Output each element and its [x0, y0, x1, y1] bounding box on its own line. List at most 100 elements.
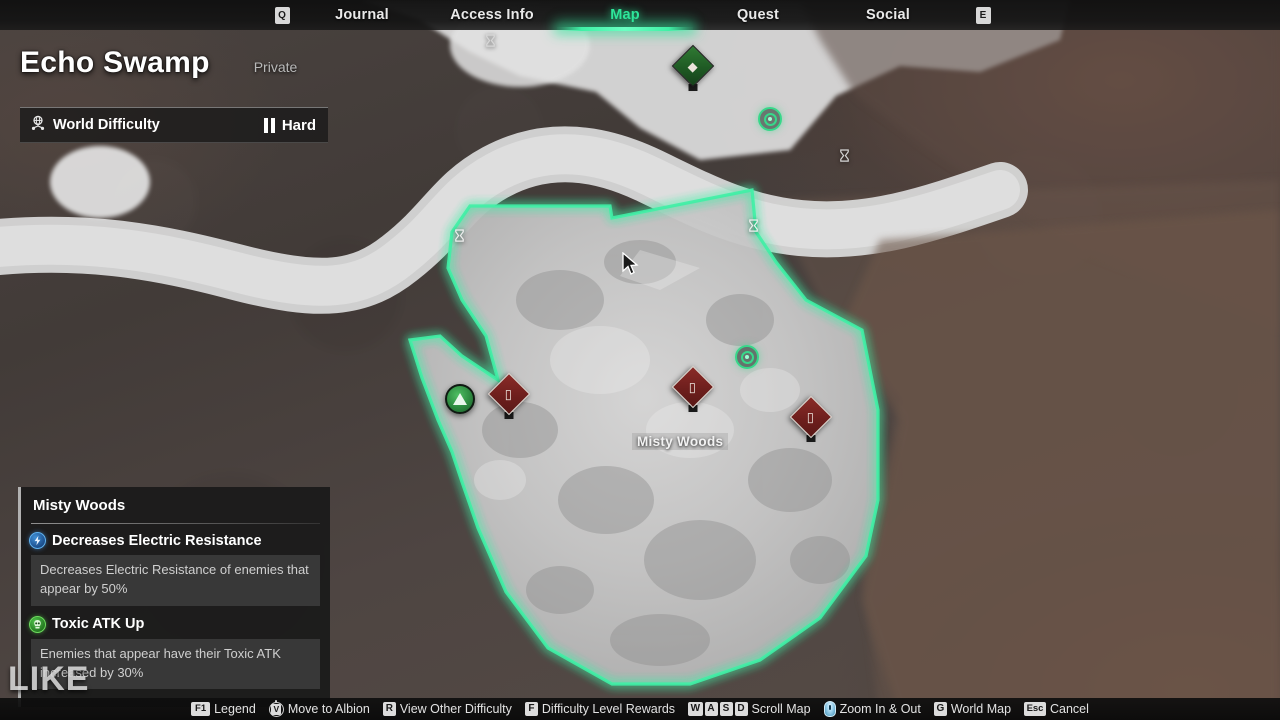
game-map-screen: Q Journal Access Info Map Quest Social E: [0, 0, 1280, 720]
key-a-icon: A: [704, 702, 718, 716]
info-panel-divider: [31, 523, 320, 524]
tab-social-label: Social: [866, 7, 910, 23]
key-e-icon: E: [975, 6, 991, 24]
top-navigation-bar: Q Journal Access Info Map Quest Social E: [0, 0, 1280, 31]
info-panel-title: Misty Woods: [33, 497, 126, 514]
boundary-flag-top[interactable]: [483, 33, 497, 49]
hotkey-move-to-albion[interactable]: V Move to Albion: [268, 701, 370, 717]
key-esc-icon: Esc: [1024, 702, 1046, 716]
tab-journal-label: Journal: [335, 7, 389, 23]
objective-ring-marker-north[interactable]: [758, 107, 782, 131]
tab-access-info-label: Access Info: [450, 7, 534, 23]
hotkey-zoom-in-out[interactable]: Zoom In & Out: [823, 701, 921, 717]
tab-social[interactable]: Social: [823, 0, 953, 30]
world-globe-icon: [30, 115, 46, 136]
key-w-icon: W: [688, 702, 703, 716]
effect-header: Decreases Electric Resistance: [18, 532, 330, 549]
mouse-wheel-icon: [823, 701, 836, 717]
world-difficulty-left: World Difficulty: [30, 115, 160, 136]
pause-icon: [264, 117, 275, 133]
page-title: Echo Swamp: [20, 46, 210, 79]
nav-prev-key[interactable]: Q: [267, 6, 297, 24]
key-v-letter: V: [271, 703, 282, 715]
effect-header: Toxic ATK Up: [18, 615, 330, 633]
tab-quest-label: Quest: [736, 7, 780, 23]
key-v-icon: V: [268, 701, 284, 717]
camp-marker-southeast[interactable]: ▯: [789, 395, 833, 442]
red-diamond-icon: ▯: [671, 365, 715, 409]
nav-items: Q Journal Access Info Map Quest Social E: [267, 0, 1013, 31]
tab-map[interactable]: Map: [557, 0, 693, 31]
electric-bolt-icon: [29, 532, 46, 549]
camp-glyph-icon: ◆: [688, 58, 698, 74]
key-s-icon: S: [719, 702, 733, 716]
camp-marker-west[interactable]: ▯: [487, 372, 531, 419]
key-d-icon: D: [734, 702, 748, 716]
key-q-icon: Q: [274, 6, 290, 24]
watermark-text: LIKE: [8, 660, 90, 698]
tab-access-info[interactable]: Access Info: [427, 0, 557, 30]
hotkey-legend[interactable]: F1 Legend: [191, 702, 256, 716]
ring-target-icon: [758, 107, 782, 131]
bottom-hotkey-bar: F1 Legend V Move to Albion R View Other …: [0, 698, 1280, 720]
boundary-flag-northeast[interactable]: [746, 218, 760, 234]
objective-ring-marker-center[interactable]: [735, 345, 759, 369]
camp-glyph-icon: ▯: [807, 409, 815, 425]
active-tab-underline: [557, 27, 693, 31]
nav-next-key[interactable]: E: [953, 6, 1013, 24]
hotkey-cancel-label: Cancel: [1049, 702, 1089, 716]
hotkey-scroll-map-label: Scroll Map: [751, 702, 811, 716]
world-difficulty-label: World Difficulty: [53, 117, 160, 133]
portal-triangle-glyph: [453, 393, 467, 405]
red-diamond-icon: ▯: [487, 372, 531, 416]
boundary-flag-north[interactable]: [837, 148, 851, 164]
boundary-flag-northwest[interactable]: [452, 228, 466, 244]
red-diamond-icon: ▯: [789, 395, 833, 439]
privacy-badge: Private: [253, 59, 298, 75]
portal-marker-west[interactable]: [445, 384, 475, 414]
hotkey-legend-label: Legend: [214, 702, 256, 716]
camp-glyph-icon: ▯: [689, 379, 697, 395]
world-difficulty-bar[interactable]: World Difficulty Hard: [20, 107, 328, 143]
key-wasd-group: W A S D: [688, 702, 748, 716]
portal-icon: [445, 384, 475, 414]
flag-icon: [454, 228, 464, 242]
key-g-icon: G: [933, 702, 947, 716]
hotkey-move-to-albion-label: Move to Albion: [287, 702, 370, 716]
hotkey-view-other-difficulty[interactable]: R View Other Difficulty: [382, 702, 512, 716]
hotkey-zoom-in-out-label: Zoom In & Out: [839, 702, 921, 716]
ring-target-icon: [735, 345, 759, 369]
camp-marker-green[interactable]: ◆: [671, 44, 715, 91]
ring-inner: [763, 112, 777, 126]
ring-core: [768, 117, 772, 121]
hotkey-cancel[interactable]: Esc Cancel: [1024, 702, 1089, 716]
tab-quest[interactable]: Quest: [693, 0, 823, 30]
hotkey-scroll-map[interactable]: W A S D Scroll Map: [688, 702, 811, 716]
tab-journal[interactable]: Journal: [297, 0, 427, 30]
ring-core: [745, 355, 749, 359]
hotkey-difficulty-level-rewards-label: Difficulty Level Rewards: [541, 702, 676, 716]
mouse-cursor-icon: [622, 251, 640, 281]
world-difficulty-right: Hard: [264, 117, 316, 134]
effect-name: Decreases Electric Resistance: [52, 532, 262, 549]
key-r-icon: R: [382, 702, 396, 716]
tab-map-label: Map: [610, 7, 640, 23]
effect-name: Toxic ATK Up: [52, 616, 145, 633]
flag-icon: [748, 218, 758, 232]
hotkey-view-other-difficulty-label: View Other Difficulty: [399, 702, 512, 716]
effect-entry-electric: Decreases Electric Resistance Decreases …: [21, 532, 330, 606]
ring-inner: [740, 350, 754, 364]
key-f1-icon: F1: [191, 702, 211, 716]
zone-header: Echo Swamp Private: [20, 46, 297, 80]
flag-icon: [485, 33, 495, 47]
green-diamond-icon: ◆: [671, 44, 715, 88]
hotkey-difficulty-level-rewards[interactable]: F Difficulty Level Rewards: [524, 702, 676, 716]
flag-icon: [839, 148, 849, 162]
toxic-skull-icon: [29, 615, 46, 633]
map-region-label: Misty Woods: [632, 433, 729, 450]
hotkey-world-map-label: World Map: [950, 702, 1012, 716]
camp-glyph-icon: ▯: [505, 386, 513, 402]
effect-description: Decreases Electric Resistance of enemies…: [31, 555, 320, 606]
hotkey-world-map[interactable]: G World Map: [933, 702, 1012, 716]
camp-marker-center[interactable]: ▯: [671, 365, 715, 412]
